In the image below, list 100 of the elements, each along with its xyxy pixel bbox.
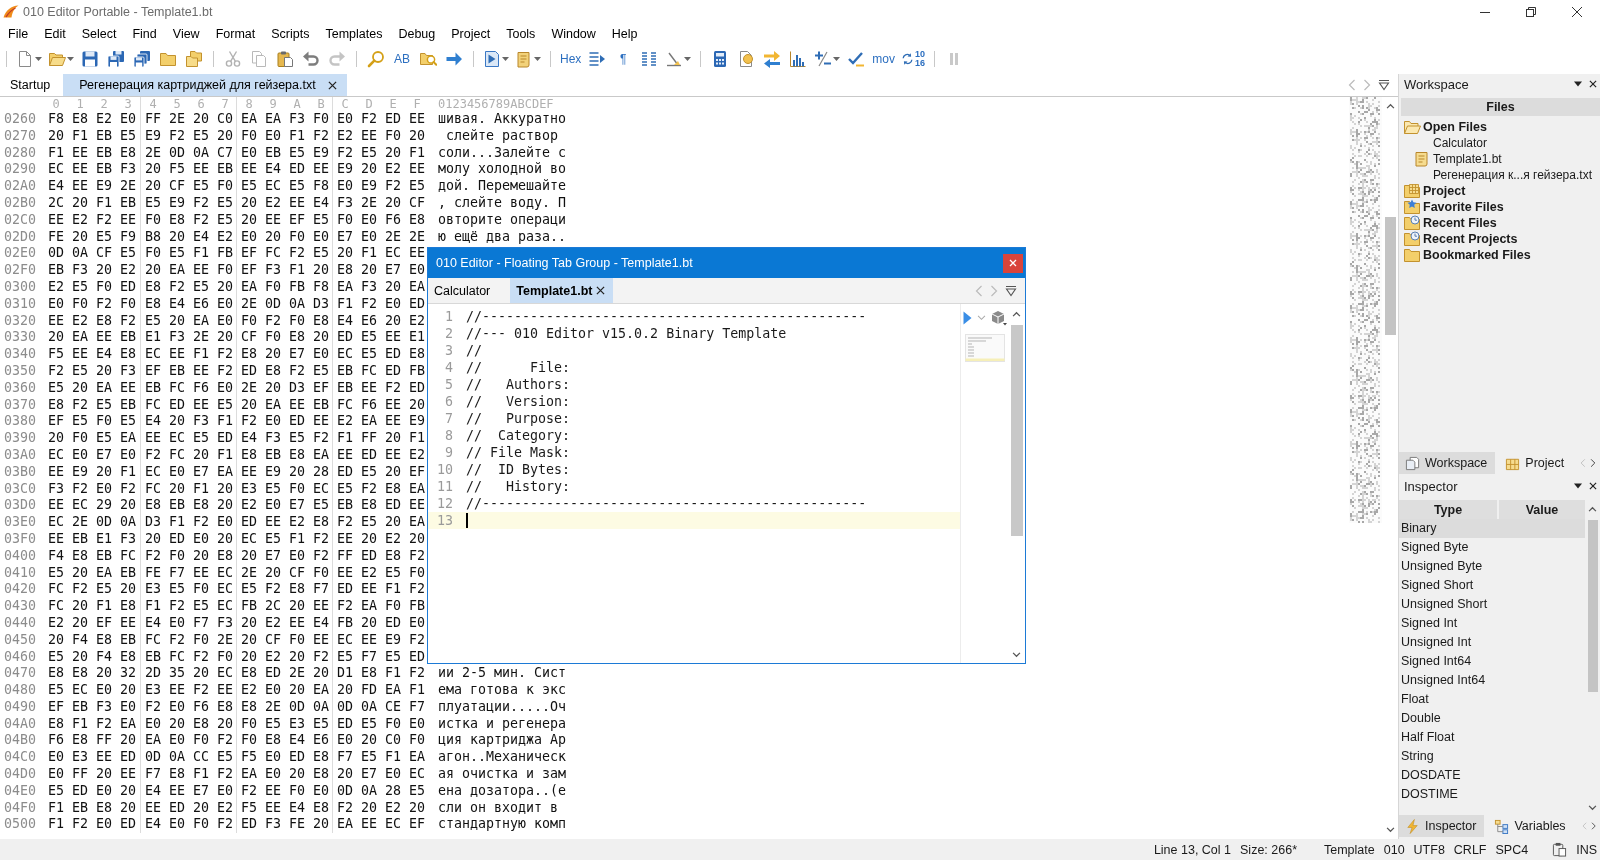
inspector-row[interactable]: Double bbox=[1399, 709, 1585, 728]
tree-item[interactable]: Calculator bbox=[1399, 135, 1488, 151]
tree-item[interactable]: Favorite Files bbox=[1399, 199, 1504, 215]
inspector-row[interactable]: Unsigned Short bbox=[1399, 595, 1585, 614]
toolbar-button[interactable]: AB bbox=[390, 47, 414, 71]
hex-offset: 0430 bbox=[4, 598, 38, 615]
close-icon[interactable] bbox=[596, 286, 606, 295]
menu-item[interactable]: Window bbox=[543, 24, 604, 43]
line-number: 13 bbox=[428, 512, 456, 529]
caret-icon[interactable] bbox=[1574, 80, 1582, 88]
close-button[interactable] bbox=[1003, 253, 1023, 273]
scrollbar-thumb[interactable] bbox=[1587, 520, 1598, 692]
menu-item[interactable]: View bbox=[164, 24, 208, 43]
chevron-up-icon[interactable] bbox=[1588, 506, 1597, 512]
status-field[interactable]: Template bbox=[1324, 842, 1375, 857]
cube-icon[interactable] bbox=[990, 310, 1007, 326]
inspector-row[interactable]: Unsigned Byte bbox=[1399, 557, 1585, 576]
inspector-row[interactable]: Signed Byte bbox=[1399, 538, 1585, 557]
hex-bytes: FB 2C 20 EE bbox=[236, 598, 332, 615]
status-field[interactable]: CRLF bbox=[1453, 842, 1487, 857]
chevron-up-icon[interactable] bbox=[1385, 103, 1395, 109]
menu-item[interactable]: Templates bbox=[317, 24, 391, 43]
tree-item[interactable]: Project bbox=[1399, 183, 1466, 199]
tab-list-icon[interactable] bbox=[1005, 284, 1017, 297]
chevron-down-icon[interactable] bbox=[1012, 652, 1021, 658]
close-icon[interactable] bbox=[327, 80, 337, 90]
inspector-row[interactable]: Signed Int64 bbox=[1399, 652, 1585, 671]
chevron-down-icon[interactable] bbox=[1385, 827, 1395, 833]
hex-bytes: FC F2 E5 20 bbox=[48, 581, 138, 599]
hex-bytes: 2E 0D 0A D3 bbox=[236, 295, 332, 313]
editor-tab[interactable]: Template1.bt bbox=[510, 278, 614, 303]
document-tab[interactable]: Регенерация картриджей для гейзера.txt bbox=[63, 74, 347, 96]
tree-item[interactable]: Регенерация к...я гейзера.txt bbox=[1399, 167, 1592, 183]
hex-bytes: ED EE E2 E8 bbox=[236, 514, 332, 531]
tree-item[interactable]: Bookmarked Files bbox=[1399, 247, 1531, 263]
inspector-row[interactable]: Binary bbox=[1399, 519, 1585, 538]
menu-item[interactable]: Debug bbox=[390, 24, 444, 43]
menu-item[interactable]: Scripts bbox=[263, 24, 318, 43]
hex-bytes: F5 E0 ED E8 bbox=[236, 749, 332, 767]
inspector-row[interactable]: DOSDATE bbox=[1399, 766, 1585, 785]
hex-offset: 0450 bbox=[4, 631, 38, 649]
toolbar-button[interactable]: 10 16 bbox=[899, 47, 928, 71]
toolbar-button[interactable]: mov bbox=[870, 47, 897, 71]
column-header: C bbox=[340, 97, 350, 111]
insert-mode[interactable]: INS bbox=[1576, 842, 1597, 857]
close-icon[interactable] bbox=[1589, 80, 1597, 88]
panel-tab[interactable]: Variables bbox=[1488, 815, 1574, 837]
panel-tab[interactable]: Project bbox=[1499, 452, 1573, 474]
column-header[interactable]: Value bbox=[1499, 500, 1585, 519]
scrollbar-thumb[interactable] bbox=[1384, 217, 1396, 335]
panel-tab[interactable]: Workspace bbox=[1399, 452, 1496, 474]
inspector-row[interactable]: Half Float bbox=[1399, 728, 1585, 747]
menu-item[interactable]: Format bbox=[207, 24, 264, 43]
toolbar-button[interactable]: Hex bbox=[558, 47, 584, 71]
menu-item[interactable]: Project bbox=[443, 24, 499, 43]
inspector-row[interactable]: Float bbox=[1399, 690, 1585, 709]
inspector-row[interactable]: DOSTIME bbox=[1399, 785, 1585, 804]
menu-item[interactable]: Help bbox=[603, 24, 646, 43]
hex-bytes: 20 EA EE EB bbox=[48, 329, 138, 347]
status-field[interactable]: 010 bbox=[1383, 842, 1405, 857]
close-icon[interactable] bbox=[1589, 482, 1597, 490]
status-field[interactable]: SPC4 bbox=[1495, 842, 1529, 857]
tree-item[interactable]: Template1.bt bbox=[1399, 151, 1502, 167]
lightning-icon bbox=[1405, 818, 1420, 834]
menu-item[interactable]: File bbox=[0, 24, 37, 43]
text-cursor bbox=[466, 513, 468, 528]
tree-item[interactable]: Recent Files bbox=[1399, 215, 1497, 231]
menu-item[interactable]: Edit bbox=[36, 24, 74, 43]
clipboard-icon[interactable] bbox=[1552, 842, 1568, 857]
inspector-row[interactable]: Unsigned Int64 bbox=[1399, 671, 1585, 690]
inspector-row[interactable]: Unsigned Int bbox=[1399, 633, 1585, 652]
chevron-right-icon[interactable] bbox=[1590, 820, 1596, 832]
toolbar-button[interactable]: ¶ bbox=[611, 47, 636, 71]
hex-bytes: F5 EE E4 E8 bbox=[48, 346, 138, 363]
clipboard-icon bbox=[276, 50, 294, 68]
inspector-row[interactable]: String bbox=[1399, 747, 1585, 766]
hex-bytes: E0 F2 ED EE bbox=[332, 111, 428, 128]
chevron-down-icon[interactable] bbox=[1588, 805, 1597, 811]
scrollbar-thumb[interactable] bbox=[1010, 325, 1023, 536]
tree-item[interactable]: Open Files bbox=[1399, 119, 1487, 135]
hex-offset: 03B0 bbox=[4, 463, 38, 481]
inspector-row[interactable]: Signed Short bbox=[1399, 576, 1585, 595]
menu-item[interactable]: Select bbox=[73, 24, 125, 43]
inspector-row[interactable]: Signed Int bbox=[1399, 614, 1585, 633]
tree-item[interactable]: Recent Projects bbox=[1399, 231, 1518, 247]
caret-icon[interactable] bbox=[1574, 482, 1582, 490]
play-icon[interactable] bbox=[962, 311, 972, 325]
column-header[interactable]: Type bbox=[1399, 500, 1497, 519]
hex-bytes: FC F2 F0 2E bbox=[140, 631, 236, 649]
column-header: E bbox=[388, 97, 398, 111]
panel-tab[interactable]: Inspector bbox=[1399, 815, 1485, 837]
chevron-up-icon[interactable] bbox=[1012, 311, 1021, 317]
chevron-right-icon[interactable] bbox=[1590, 457, 1596, 469]
menu-item[interactable]: Tools bbox=[498, 24, 544, 43]
status-field[interactable]: UTF8 bbox=[1413, 842, 1445, 857]
hex-offset: 03D0 bbox=[4, 497, 38, 515]
editor-tab[interactable]: Calculator bbox=[428, 278, 499, 303]
tab-list-icon[interactable] bbox=[1378, 79, 1390, 91]
menu-item[interactable]: Find bbox=[124, 24, 165, 43]
document-tab[interactable]: Startup bbox=[0, 74, 61, 96]
